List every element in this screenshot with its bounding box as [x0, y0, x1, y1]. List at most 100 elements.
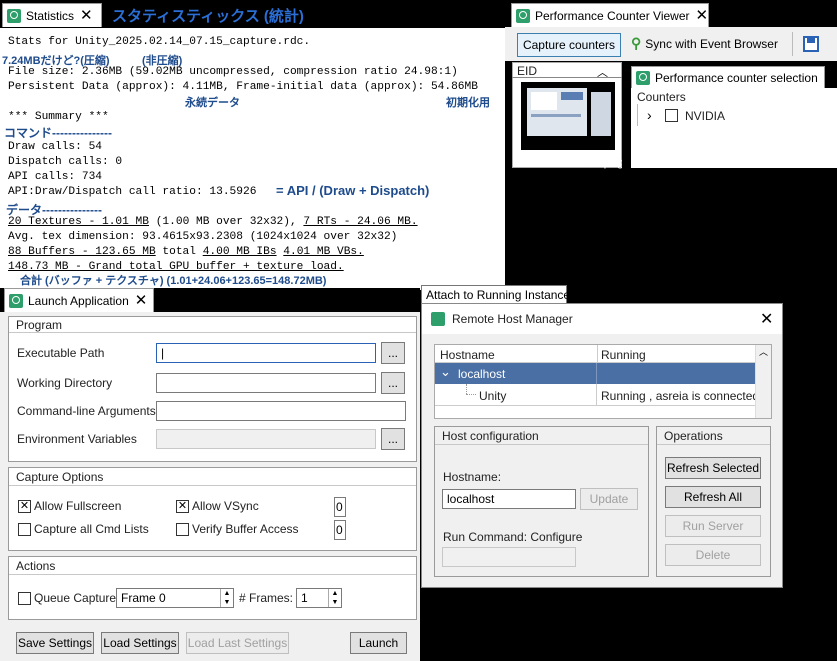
frames-stepper-arrows-icon[interactable]: ▲ ▼	[328, 589, 341, 607]
remote-host-icon	[431, 312, 445, 326]
executable-path-input[interactable]: |	[156, 343, 376, 363]
performance-counter-panel: Performance Counter Viewer ✕ Capture cou…	[505, 0, 837, 169]
queue-capture-checkbox[interactable]	[18, 592, 31, 605]
stats-line-api: API calls: 734	[8, 171, 102, 183]
remote-host-manager-dialog: Remote Host Manager ✕ Hostname Running ⌄…	[421, 303, 783, 588]
capture-all-label: Capture all Cmd Lists	[34, 522, 149, 536]
allow-vsync-checkbox[interactable]: ✕	[176, 500, 189, 513]
annotation-frame-initial: 初期化用	[446, 97, 490, 109]
run-command-input	[442, 547, 576, 567]
close-icon[interactable]: ✕	[696, 8, 709, 23]
rts-summary: 7 RTs - 24.06 MB.	[303, 216, 418, 228]
stats-line-ratio: API:Draw/Dispatch call ratio: 13.5926	[8, 186, 257, 198]
option-value-1[interactable]: 0	[334, 497, 346, 517]
nvidia-checkbox[interactable]	[665, 109, 678, 122]
stats-line-filesize: File size: 2.36MB (59.02MB uncompressed,…	[8, 66, 458, 78]
allow-vsync-label: Allow VSync	[192, 499, 259, 513]
statistics-heading-annotation: スタティスティックス (統計)	[112, 8, 304, 25]
host-row-unity[interactable]: Unity	[479, 389, 506, 403]
chevron-down-icon[interactable]: ⌄	[440, 364, 451, 380]
save-icon[interactable]	[803, 36, 819, 52]
frames-label: # Frames:	[239, 591, 294, 605]
statistics-panel: Statistics ✕ スタティスティックス (統計) Stats for U…	[0, 0, 505, 290]
program-group-title: Program	[14, 318, 65, 332]
environment-variables-input	[156, 429, 376, 449]
sync-icon: ⚲	[631, 35, 642, 51]
capture-counters-button[interactable]: Capture counters	[517, 33, 621, 57]
stats-line-title: Stats for Unity_2025.02.14_07.15_capture…	[8, 36, 311, 48]
stats-line-texdim: Avg. tex dimension: 93.4615x93.2308 (102…	[8, 231, 398, 243]
save-settings-button[interactable]: Save Settings	[16, 632, 94, 654]
launch-icon	[9, 293, 23, 308]
run-server-button: Run Server	[665, 515, 761, 537]
stats-line-textures: 20 Textures - 1.01 MB (1.00 MB over 32x3…	[8, 216, 418, 228]
textures-summary: 20 Textures - 1.01 MB	[8, 216, 149, 228]
host-configuration-title: Host configuration	[440, 429, 541, 443]
expand-icon[interactable]: ›	[647, 108, 652, 122]
stats-line-dispatch: Dispatch calls: 0	[8, 156, 123, 168]
col-hostname[interactable]: Hostname	[440, 348, 495, 362]
capture-all-cmd-lists-checkbox[interactable]	[18, 523, 31, 536]
stats-line-buffers: 88 Buffers - 123.65 MB total 4.00 MB IBs…	[8, 246, 364, 258]
tab-performance-counter[interactable]: Performance Counter Viewer ✕	[511, 3, 709, 27]
tab-statistics[interactable]: Statistics ✕	[2, 3, 102, 27]
tree-scrollbar[interactable]: ︿	[755, 345, 771, 418]
refresh-selected-button[interactable]: Refresh Selected	[665, 457, 761, 479]
host-localhost-label: localhost	[458, 367, 506, 381]
frame-stepper[interactable]: Frame 0	[116, 588, 234, 608]
tab-counter-selection[interactable]: Performance counter selection	[631, 66, 825, 88]
workdir-label: Working Directory	[17, 376, 113, 390]
vbs-summary: 4.01 MB VBs.	[283, 246, 364, 258]
eid-header[interactable]: EID	[517, 64, 537, 78]
thumbnail-label: PIXデバッグ.png	[533, 155, 624, 169]
sync-toggle[interactable]: ⚲ Sync with Event Browser	[631, 35, 778, 52]
delete-button: Delete	[665, 544, 761, 566]
buffers-summary: 88 Buffers - 123.65 MB	[8, 246, 156, 258]
hostname-label: Hostname:	[443, 470, 502, 484]
option-value-2[interactable]: 0	[334, 520, 346, 540]
annotation-ratio: = API / (Draw + Dispatch)	[276, 183, 430, 198]
annotation-commands: コマンド---------------	[4, 126, 112, 140]
allow-fullscreen-checkbox[interactable]: ✕	[18, 500, 31, 513]
queue-capture-label: Queue Capture	[34, 591, 117, 605]
counters-header: Counters	[637, 90, 686, 104]
thumbnail-image	[521, 82, 615, 150]
unity-status: Running , asreia is connected	[601, 389, 760, 403]
actions-title: Actions	[14, 559, 58, 573]
stats-line-summary: *** Summary ***	[8, 111, 109, 123]
selection-icon	[636, 70, 650, 85]
run-command-label: Run Command: Configure	[443, 530, 583, 544]
load-last-settings-button: Load Last Settings	[186, 632, 289, 654]
verify-buffer-access-checkbox[interactable]	[176, 523, 189, 536]
close-icon[interactable]: ✕	[80, 8, 93, 23]
close-icon[interactable]: ✕	[135, 293, 148, 308]
col-running[interactable]: Running	[601, 348, 646, 362]
exe-label: Executable Path	[17, 346, 105, 360]
ibs-summary: 4.00 MB IBs	[202, 246, 277, 258]
working-directory-input[interactable]	[156, 373, 376, 393]
launch-button[interactable]: Launch	[350, 632, 407, 654]
performance-icon	[516, 8, 530, 23]
dialog-title: Remote Host Manager	[452, 312, 573, 326]
command-line-input[interactable]	[156, 401, 406, 421]
update-button: Update	[580, 488, 638, 510]
operations-title: Operations	[662, 429, 725, 443]
hostname-input[interactable]: localhost	[442, 489, 576, 509]
browse-env-button[interactable]: ...	[381, 428, 405, 450]
annotation-total: 合計 (バッファ + テクスチャ) (1.01+24.06+123.65=148…	[20, 275, 327, 287]
stats-line-persistent: Persistent Data (approx): 4.11MB, Frame-…	[8, 81, 478, 93]
tab-attach-running-instance[interactable]: Attach to Running Instance	[421, 285, 570, 303]
verify-buffer-label: Verify Buffer Access	[192, 522, 299, 536]
browse-workdir-button[interactable]: ...	[381, 372, 405, 394]
frame-stepper-arrows-icon[interactable]: ▲ ▼	[220, 589, 233, 607]
close-icon[interactable]: ✕	[760, 309, 773, 329]
annotation-persistent: 永続データ	[185, 97, 240, 109]
load-settings-button[interactable]: Load Settings	[101, 632, 179, 654]
launch-application-panel: Launch Application ✕ Program Executable …	[0, 288, 420, 661]
scroll-up-icon[interactable]: ︿	[759, 345, 768, 358]
cmdline-label: Command-line Arguments	[17, 404, 156, 418]
tab-launch-application[interactable]: Launch Application ✕	[4, 288, 154, 312]
nvidia-label: NVIDIA	[685, 109, 726, 123]
browse-exe-button[interactable]: ...	[381, 342, 405, 364]
refresh-all-button[interactable]: Refresh All	[665, 486, 761, 508]
